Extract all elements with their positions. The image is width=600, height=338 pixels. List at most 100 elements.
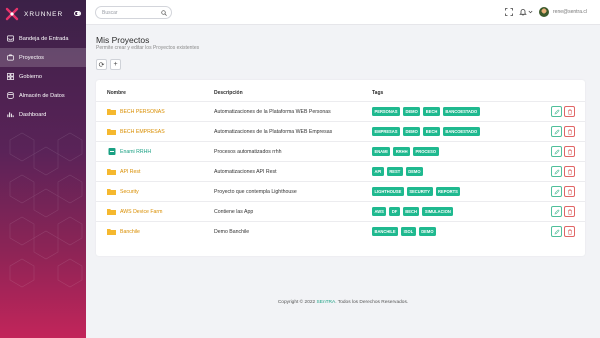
- delete-button[interactable]: [564, 146, 575, 157]
- project-tags: API REST DEMO: [372, 167, 426, 176]
- sidebar-toggle[interactable]: [74, 11, 81, 16]
- sidebar-item-label: Proyectos: [19, 54, 44, 61]
- tag-badge: DF: [389, 207, 400, 216]
- tag-badge: BANCOESTADO: [442, 127, 480, 136]
- tag-badge: BECH: [423, 107, 440, 116]
- sidebar-item-governance[interactable]: Gobierno: [0, 67, 86, 86]
- projects-table: Nombre Descripción Tags BECH PERSONAS Aut…: [96, 80, 585, 256]
- sidebar: XRUNNER Bandeja de Entrada Proyectos Gob…: [0, 0, 86, 338]
- tag-badge: AWS: [372, 207, 387, 216]
- edit-button[interactable]: [551, 186, 562, 197]
- table-row: API Rest Automatizaciones API Rest API REST…: [96, 161, 585, 181]
- delete-button[interactable]: [564, 126, 575, 137]
- page-subtitle: Permite crear y editar los Proyectos exi…: [96, 45, 200, 51]
- project-description: Automatizaciones de la Plataforma WEB Em…: [214, 129, 333, 135]
- folder-icon: [107, 209, 116, 215]
- project-name-link[interactable]: BECH EMPRESAS: [107, 128, 165, 135]
- trash-icon: [567, 169, 572, 175]
- sidebar-item-label: Almacén de Datos: [19, 92, 65, 99]
- project-name: BECH PERSONAS: [120, 108, 165, 115]
- tag-badge: DEMO: [402, 127, 421, 136]
- tag-badge: RRHH: [393, 147, 411, 156]
- folder-icon: [107, 129, 116, 135]
- user-email[interactable]: rene@sentra.cl: [553, 9, 587, 15]
- folder-icon: [107, 169, 116, 175]
- refresh-button[interactable]: ⟳: [96, 59, 107, 70]
- project-name-link[interactable]: Enami RRHH: [107, 148, 151, 155]
- sidebar-nav: Bandeja de Entrada Proyectos Gobierno Al…: [0, 29, 86, 124]
- project-name: AWS Device Farm: [120, 208, 163, 215]
- edit-button[interactable]: [551, 106, 562, 117]
- tag-badge: DEMO: [418, 227, 436, 236]
- edit-button[interactable]: [551, 226, 562, 237]
- trash-icon: [567, 129, 572, 135]
- trash-icon: [567, 149, 572, 155]
- project-name: Enami RRHH: [120, 148, 152, 155]
- project-description: Procesos automatizados rrhh: [214, 149, 282, 155]
- project-description: Contiene las App: [214, 209, 254, 215]
- footer: Copyright © 2022 SEnTRA. Todos los Derec…: [0, 300, 600, 305]
- project-name-link[interactable]: AWS Device Farm: [107, 208, 162, 215]
- delete-button[interactable]: [564, 186, 575, 197]
- project-tags: ENAMI RRHH PROCESO: [372, 147, 442, 156]
- tag-badge: REST: [386, 167, 403, 176]
- sidebar-item-label: Gobierno: [19, 73, 43, 80]
- brand[interactable]: XRUNNER: [5, 6, 63, 22]
- tag-badge: ISOL: [401, 227, 416, 236]
- pencil-icon: [554, 168, 560, 174]
- table-row: AWS Device Farm Contiene las App AWS DF BECH…: [96, 201, 585, 221]
- project-name-link[interactable]: Security: [107, 188, 139, 195]
- tag-badge: API: [372, 167, 384, 176]
- sidebar-item-label: Bandeja de Entrada: [19, 35, 69, 42]
- expand-icon[interactable]: [505, 8, 513, 16]
- column-header-name: Nombre: [107, 90, 126, 96]
- pencil-icon: [554, 188, 560, 194]
- folder-icon: [107, 229, 116, 235]
- edit-button[interactable]: [551, 206, 562, 217]
- tag-badge: SECURITY: [406, 187, 433, 196]
- tag-badge: BECH: [402, 207, 420, 216]
- footer-prefix: Copyright © 2022: [277, 300, 317, 305]
- sidebar-item-dashboard[interactable]: Dashboard: [0, 105, 86, 124]
- project-description: Automatizaciones API Rest: [214, 169, 277, 175]
- project-description: Automatizaciones de la Plataforma WEB Pe…: [214, 109, 331, 115]
- project-name-link[interactable]: API Rest: [107, 168, 140, 175]
- avatar[interactable]: [539, 7, 549, 17]
- delete-button[interactable]: [564, 226, 575, 237]
- minus-square-icon: [108, 148, 116, 155]
- bell-icon[interactable]: [519, 8, 527, 16]
- project-tags: EMPRESAS DEMO BECH BANCOESTADO: [372, 127, 483, 136]
- sidebar-item-inbox[interactable]: Bandeja de Entrada: [0, 29, 86, 48]
- tag-badge: DEMO: [402, 107, 421, 116]
- sidebar-item-projects[interactable]: Proyectos: [0, 48, 86, 67]
- sidebar-item-data-store[interactable]: Almacén de Datos: [0, 86, 86, 105]
- bar-chart-icon: [7, 112, 14, 118]
- delete-button[interactable]: [564, 206, 575, 217]
- edit-button[interactable]: [551, 126, 562, 137]
- tag-badge: BANCOESTADO: [442, 107, 480, 116]
- chevron-down-icon[interactable]: [528, 8, 533, 16]
- search-input[interactable]: Buscar: [95, 6, 172, 19]
- pencil-icon: [554, 108, 560, 114]
- folder-icon: [107, 189, 116, 195]
- tag-badge: LIGHTHOUSE: [372, 187, 404, 196]
- pencil-icon: [554, 208, 560, 214]
- trash-icon: [567, 209, 572, 215]
- tag-badge: BANCHILE: [372, 227, 399, 236]
- edit-button[interactable]: [551, 146, 562, 157]
- add-project-button[interactable]: +: [110, 59, 121, 70]
- project-name-link[interactable]: BECH PERSONAS: [107, 108, 165, 115]
- footer-brand-link[interactable]: SEnTRA: [317, 300, 336, 305]
- database-icon: [7, 92, 14, 99]
- app-name: XRUNNER: [24, 10, 64, 18]
- search-icon[interactable]: [161, 10, 167, 16]
- project-name-link[interactable]: Banchile: [107, 228, 140, 235]
- project-description: Demo Banchile: [214, 229, 250, 235]
- folder-icon: [107, 109, 116, 115]
- column-header-tags: Tags: [372, 90, 384, 96]
- project-name: BECH EMPRESAS: [120, 128, 165, 135]
- edit-button[interactable]: [551, 166, 562, 177]
- delete-button[interactable]: [564, 106, 575, 117]
- project-name: Security: [120, 188, 139, 195]
- delete-button[interactable]: [564, 166, 575, 177]
